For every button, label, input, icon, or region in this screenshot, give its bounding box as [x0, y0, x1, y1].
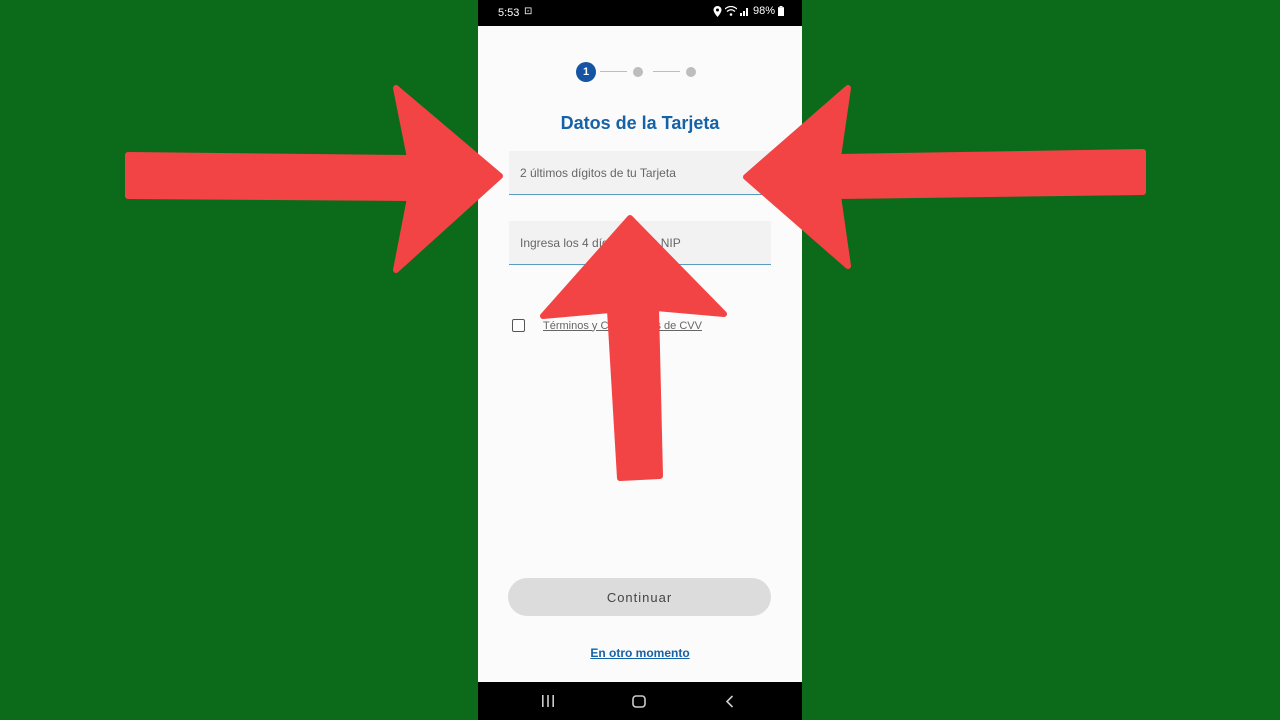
location-icon [713, 5, 722, 17]
home-icon[interactable] [632, 695, 646, 708]
back-icon[interactable] [725, 695, 734, 708]
wifi-icon [724, 6, 737, 16]
status-icons: 98% [713, 5, 784, 17]
phone-screen: 5:53 ⊡ 98% 1 Datos de la Tarjeta Término… [478, 0, 802, 720]
step-3-indicator [686, 67, 696, 77]
card-digits-input[interactable] [509, 151, 771, 194]
navigation-bar [478, 682, 802, 720]
page-title: Datos de la Tarjeta [560, 113, 720, 133]
step-connector [600, 71, 627, 72]
status-time: 5:53 [498, 7, 520, 19]
card-digits-field [509, 151, 771, 195]
signal-icon [739, 8, 748, 16]
recents-icon[interactable] [541, 695, 555, 707]
step-2-indicator [633, 67, 643, 77]
continue-button[interactable]: Continuar [508, 578, 771, 616]
step-1-indicator: 1 [576, 62, 596, 82]
battery-icon [778, 6, 784, 16]
terms-checkbox[interactable] [512, 319, 525, 332]
progress-stepper: 1 [576, 62, 698, 82]
terms-link[interactable]: Términos y Condiciones de CVV [543, 320, 702, 332]
step-connector [653, 71, 680, 72]
status-bar: 5:53 ⊡ 98% [478, 0, 802, 26]
screenshot-icon: ⊡ [524, 6, 533, 17]
nip-field [509, 221, 771, 265]
terms-row: Términos y Condiciones de CVV [512, 319, 702, 332]
nip-input[interactable] [509, 221, 771, 264]
later-link[interactable]: En otro momento [478, 646, 802, 660]
battery-percent: 98% [752, 5, 775, 17]
